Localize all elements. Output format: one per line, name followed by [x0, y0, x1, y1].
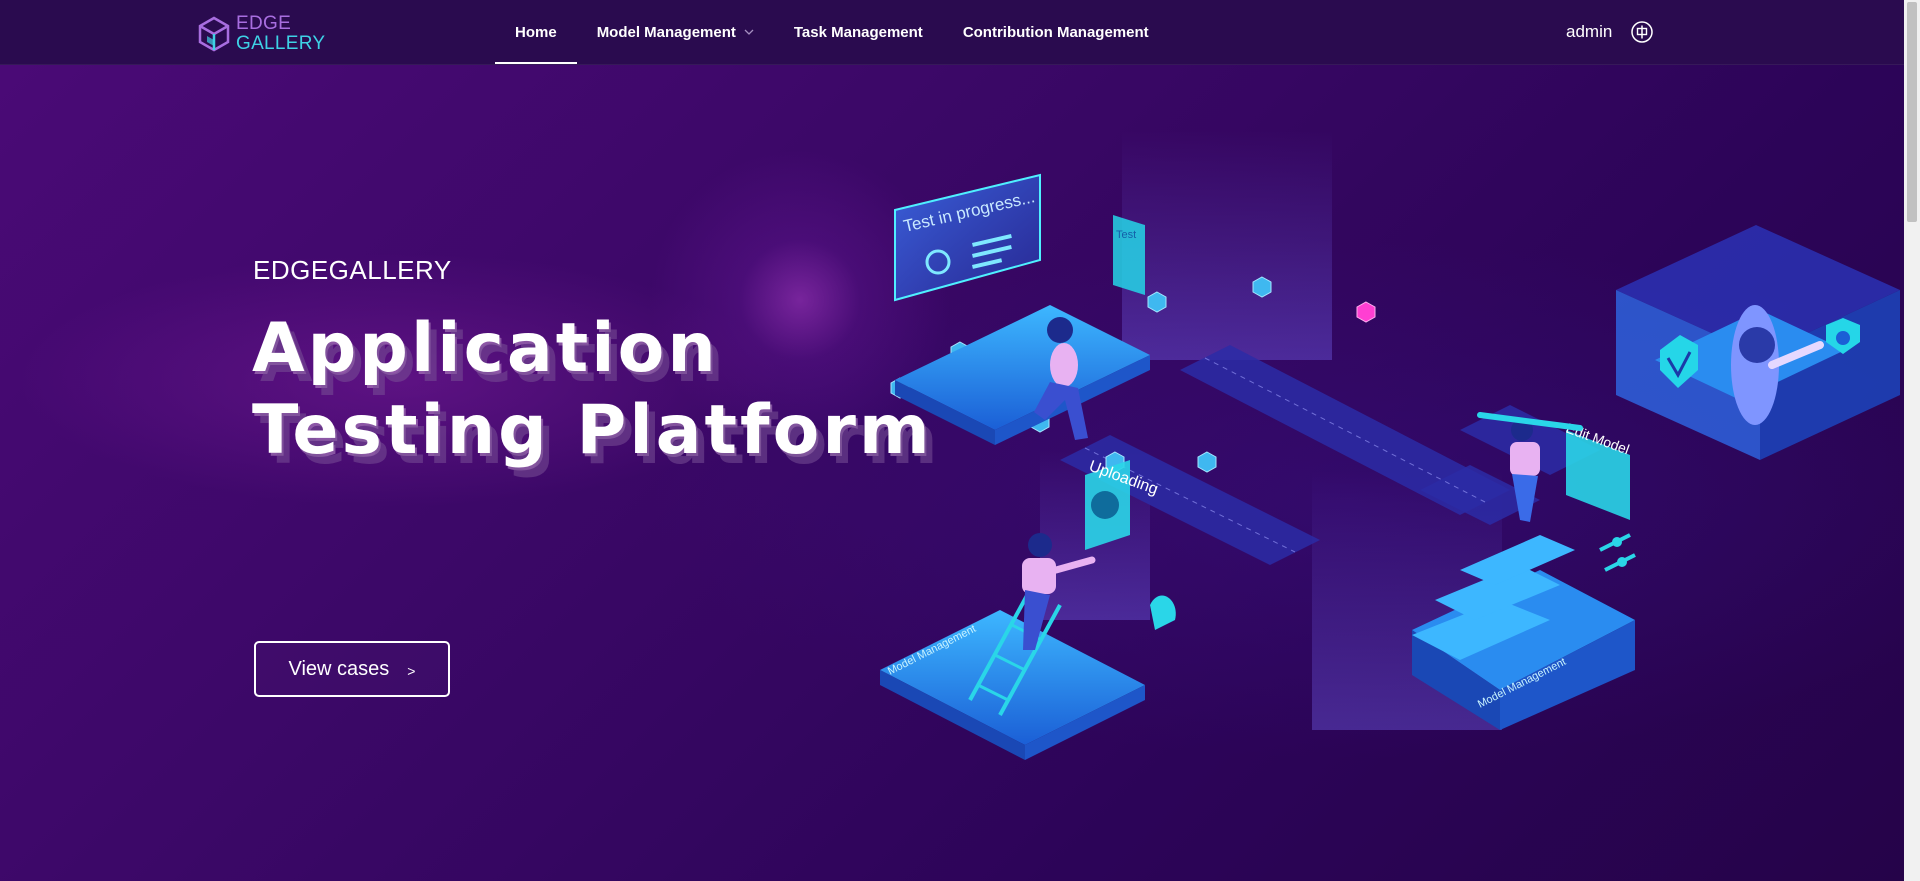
scrollbar-thumb[interactable] [1907, 2, 1917, 222]
light-beam [1122, 130, 1332, 360]
chevron-down-icon [744, 29, 754, 35]
edgegallery-logo[interactable]: EDGE GALLERY [198, 14, 325, 54]
nav-task-management[interactable]: Task Management [774, 0, 943, 64]
language-toggle-icon[interactable] [1631, 21, 1653, 43]
logo-text-gallery: GALLERY [236, 33, 326, 54]
hero-title-line-1: Application [252, 309, 719, 388]
hero-title: Application Testing Platform [252, 308, 933, 472]
nav-home-label: Home [515, 23, 557, 41]
hero-title-line-2: Testing Platform [252, 391, 933, 470]
view-cases-button[interactable]: View cases > [254, 641, 450, 697]
logo-text-edge: EDGE [236, 13, 292, 34]
cube-logo-icon [198, 16, 230, 52]
logo-text: EDGE GALLERY [236, 14, 325, 54]
nav-task-management-label: Task Management [793, 23, 923, 41]
main-nav: Home Model Management Task Management Co… [495, 0, 1169, 64]
nav-model-management[interactable]: Model Management [577, 0, 774, 64]
isometric-testing-illustration: Test in progress... Test Model Managemen… [880, 130, 1900, 760]
view-cases-label: View cases [288, 657, 390, 680]
vertical-scrollbar[interactable] [1904, 0, 1920, 881]
nav-contribution-management-label: Contribution Management [962, 23, 1149, 41]
nav-home[interactable]: Home [495, 0, 577, 64]
security-check-station [1616, 225, 1900, 460]
nav-contribution-management[interactable]: Contribution Management [943, 0, 1169, 64]
user-menu[interactable]: admin [1566, 0, 1612, 64]
username: admin [1566, 22, 1613, 41]
arrow-right-icon: > [407, 663, 416, 679]
phone-text: Test [1116, 229, 1136, 241]
page-background: EDGE GALLERY Home Model Management Task … [0, 0, 1904, 881]
test-in-progress-station: Test in progress... Test [894, 173, 1150, 445]
nav-model-management-label: Model Management [596, 23, 736, 41]
hero-subtitle: EDGEGALLERY [253, 255, 452, 285]
top-navbar: EDGE GALLERY Home Model Management Task … [0, 0, 1904, 65]
